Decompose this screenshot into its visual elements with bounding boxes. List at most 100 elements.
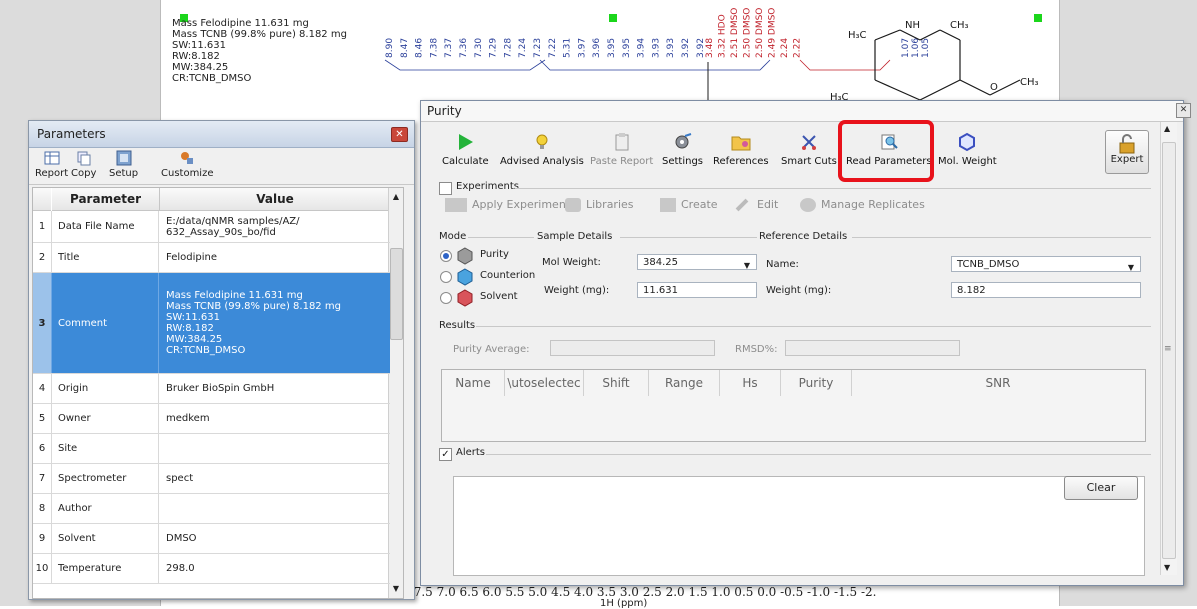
expert-button[interactable]: Expert [1105, 130, 1149, 174]
peak-label: 7.29 [489, 38, 499, 58]
column-header-autoselected[interactable]: \utoselectec [505, 370, 584, 396]
peak-label: 7.30 [474, 38, 484, 58]
purity-close-button[interactable]: ✕ [1176, 103, 1191, 118]
references-button[interactable]: References [713, 132, 769, 167]
create-button[interactable]: Create [660, 198, 730, 212]
divider [852, 237, 1151, 238]
peak-label: 3.94 [637, 38, 647, 58]
results-table[interactable]: Name \utoselectec Shift Range Hs Purity … [441, 369, 1146, 442]
purity-mode-icon [457, 247, 473, 265]
edit-button[interactable]: Edit [735, 198, 795, 212]
svg-text:O: O [990, 82, 998, 93]
solvent-radio[interactable] [440, 292, 452, 304]
column-header-snr[interactable]: SNR [852, 370, 1144, 396]
peak-label: 8.47 [400, 38, 410, 58]
smart-cuts-icon [801, 135, 816, 150]
peak-label: 2.50 DMSO [755, 8, 765, 58]
molecule-structure: H₃C NH CH₃ H₃C CH₃ O [830, 20, 1039, 103]
table-row-selected[interactable]: 3 Comment Mass Felodipine 11.631 mg Mass… [33, 273, 390, 374]
experiments-checkbox[interactable] [439, 182, 452, 195]
create-icon [660, 198, 676, 212]
peak-label: 3.95 [607, 38, 617, 58]
column-header-hs[interactable]: Hs [720, 370, 781, 396]
lock-icon [1119, 134, 1135, 154]
advised-analysis-button[interactable]: Advised Analysis [500, 132, 584, 167]
weight-input[interactable]: 11.631 [637, 282, 757, 298]
reference-name-select[interactable]: TCNB_DMSO ▼ [951, 256, 1141, 272]
table-row[interactable]: 9 Solvent DMSO [33, 524, 390, 554]
mol-weight-label: Mol Weight: [542, 257, 601, 268]
weight-label: Weight (mg): [544, 285, 610, 296]
setup-button[interactable]: Setup [109, 150, 138, 179]
column-header-purity[interactable]: Purity [781, 370, 852, 396]
customize-icon [181, 152, 194, 164]
peak-label: 3.93 [666, 38, 676, 58]
table-row[interactable]: 7 Spectrometer spect [33, 464, 390, 494]
table-row[interactable]: 5 Owner medkem [33, 404, 390, 434]
libraries-button[interactable]: Libraries [565, 198, 655, 212]
svg-text:NH: NH [905, 20, 920, 31]
column-header-shift[interactable]: Shift [584, 370, 649, 396]
mode-label: Mode [439, 231, 469, 242]
table-row[interactable]: 1 Data File Name E:/data/qNMR samples/AZ… [33, 211, 390, 243]
counterion-radio[interactable] [440, 271, 452, 283]
parameters-scrollbar[interactable]: ▲ ▼ [388, 188, 403, 598]
purity-average-field [550, 340, 715, 356]
parameter-column-header[interactable]: Parameter [52, 188, 160, 211]
read-parameters-highlight [838, 120, 934, 182]
scroll-down-icon[interactable]: ▼ [1164, 563, 1170, 572]
alerts-box[interactable] [453, 476, 1145, 576]
peak-label: 8.46 [415, 38, 425, 58]
scroll-thumb[interactable] [390, 248, 403, 340]
scroll-grip-icon: ≡ [1164, 344, 1172, 354]
column-header-name[interactable]: Name [442, 370, 505, 396]
alerts-checkbox[interactable]: ✓ [439, 448, 452, 461]
clear-button[interactable]: Clear [1064, 476, 1138, 500]
parameters-toolbar: Report Copy Setup Customize [29, 148, 414, 185]
svg-text:CH₃: CH₃ [950, 20, 969, 31]
peak-label: 7.38 [429, 38, 439, 58]
parameters-title: Parameters [37, 127, 106, 141]
settings-button[interactable]: Settings [662, 132, 703, 167]
alerts-label: Alerts [456, 447, 488, 458]
reference-details-label: Reference Details [759, 231, 850, 242]
smart-cuts-button[interactable]: Smart Cuts [781, 132, 837, 167]
paste-icon [615, 133, 629, 151]
table-row[interactable]: 10 Temperature 298.0 [33, 554, 390, 584]
parameters-table[interactable]: Parameter Value ▲ ▼ 1 Data File Name E:/… [32, 187, 404, 599]
parameters-panel[interactable]: Parameters ✕ Report Copy Setup Customize… [28, 120, 415, 600]
table-row[interactable]: 4 Origin Bruker BioSpin GmbH [33, 374, 390, 404]
purity-radio[interactable] [440, 250, 452, 262]
scroll-up-icon[interactable]: ▲ [389, 188, 403, 206]
customize-button[interactable]: Customize [161, 150, 214, 179]
peak-label: 2.22 [793, 38, 803, 58]
scroll-up-icon[interactable]: ▲ [1164, 124, 1170, 133]
paste-report-button[interactable]: Paste Report [590, 132, 653, 167]
peak-label: 3.95 [622, 38, 632, 58]
copy-button[interactable]: Copy [71, 150, 96, 179]
row-number-header [33, 188, 51, 211]
parameters-close-button[interactable]: ✕ [391, 127, 408, 142]
peak-label: 8.90 [385, 38, 395, 58]
mol-weight-button[interactable]: Mol. Weight [938, 132, 997, 167]
libraries-icon [565, 198, 581, 212]
table-row[interactable]: 2 Title Felodipine [33, 243, 390, 273]
apply-experiment-button[interactable]: Apply Experiment [445, 198, 570, 212]
mol-weight-select[interactable]: 384.25 ▼ [637, 254, 757, 270]
scroll-down-icon[interactable]: ▼ [389, 580, 403, 598]
report-button[interactable]: Report [35, 150, 68, 179]
reference-weight-input[interactable]: 8.182 [951, 282, 1141, 298]
column-header-range[interactable]: Range [649, 370, 720, 396]
peak-label: 7.28 [503, 38, 513, 58]
rmsd-field [785, 340, 960, 356]
table-row[interactable]: 8 Author [33, 494, 390, 524]
chevron-down-icon: ▼ [743, 261, 750, 270]
table-row[interactable]: 6 Site [33, 434, 390, 464]
spectrum-comment-text: Mass Felodipine 11.631 mg Mass TCNB (99.… [172, 18, 347, 84]
calculate-button[interactable]: Calculate [442, 132, 489, 167]
counterion-mode-label: Counterion [480, 270, 536, 281]
manage-replicates-button[interactable]: Manage Replicates [800, 198, 940, 212]
value-column-header[interactable]: Value [160, 188, 390, 211]
parameters-titlebar[interactable]: Parameters ✕ [29, 121, 414, 148]
purity-titlebar[interactable]: Purity [421, 101, 1183, 122]
